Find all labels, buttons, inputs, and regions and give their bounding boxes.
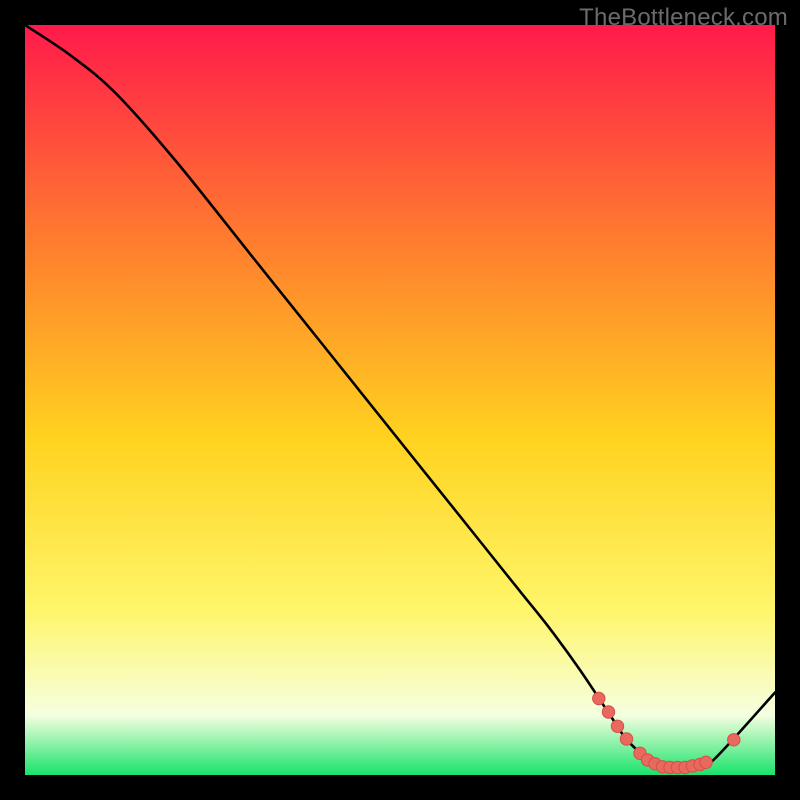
chart-stage: TheBottleneck.com <box>0 0 800 800</box>
curve-marker <box>700 756 712 768</box>
curve-marker <box>728 734 740 746</box>
chart-svg <box>25 25 775 775</box>
curve-marker <box>620 733 632 745</box>
curve-marker <box>611 720 623 732</box>
plot-area <box>25 25 775 775</box>
gradient-background <box>25 25 775 775</box>
curve-marker <box>593 692 605 704</box>
curve-marker <box>602 706 614 718</box>
